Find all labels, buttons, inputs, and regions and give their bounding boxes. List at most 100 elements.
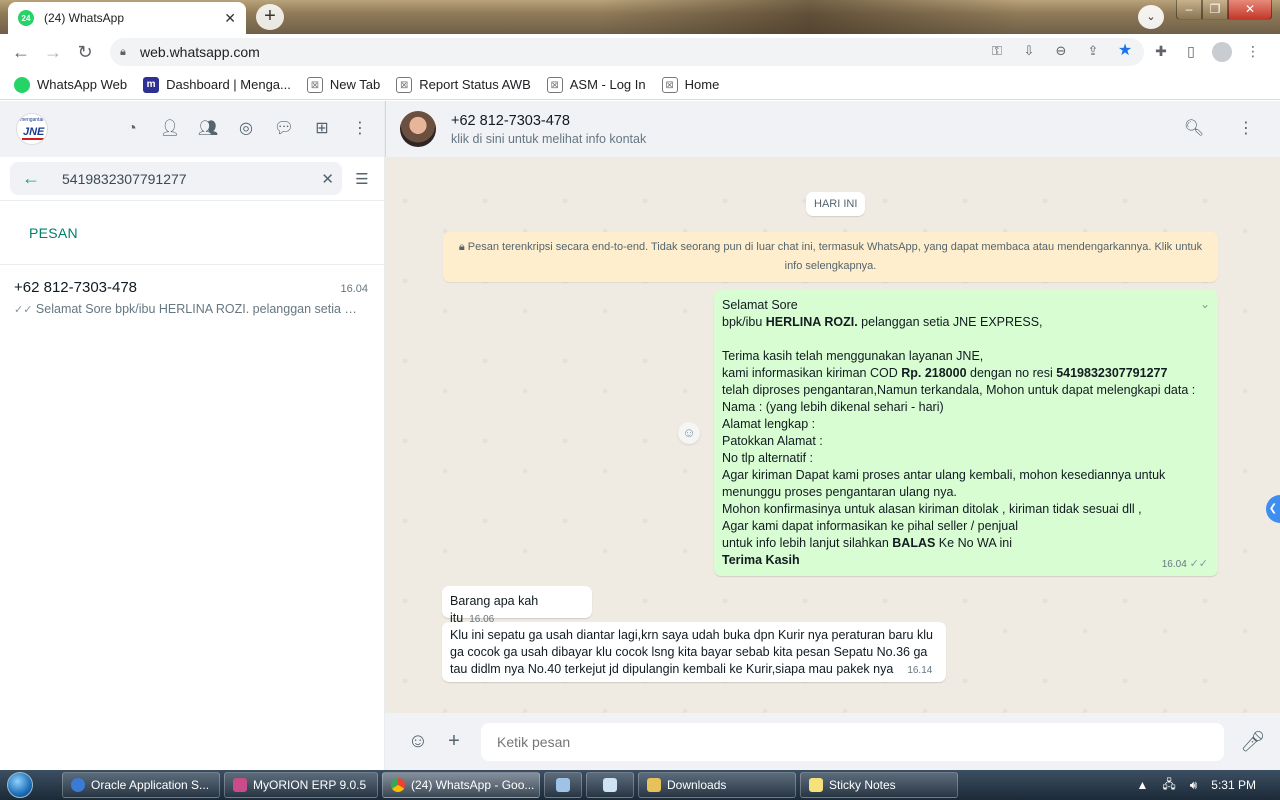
taskbar-item-myorion[interactable]: MyORION ERP 9.0.5 <box>224 772 378 798</box>
profile-avatar-icon[interactable] <box>1212 42 1232 62</box>
forward-arrow-icon[interactable]: → <box>42 41 64 63</box>
message-meta: 16.04 ✓✓ <box>1161 558 1208 570</box>
profile-avatar[interactable]: mengantar JNE <box>16 113 48 145</box>
volume-icon[interactable]: 🔊︎ <box>1190 778 1198 793</box>
bookmark-dashboard[interactable]: m Dashboard | Menga... <box>143 76 291 93</box>
incoming-message[interactable]: Klu ini sepatu ga usah diantar lagi,krn … <box>442 622 946 682</box>
tab-search-icon[interactable]: ⌄ <box>1138 5 1164 29</box>
search-row: ← ✕ ☰ <box>0 157 384 201</box>
taskbar-item-sticky-notes[interactable]: Sticky Notes <box>800 772 958 798</box>
msg-line: Agar kiriman Dapat kami proses antar ula… <box>722 468 1166 482</box>
window-maximize-button[interactable]: ❐ <box>1202 0 1228 20</box>
logo-underline <box>22 138 44 140</box>
search-result-item[interactable]: +62 812-7303-478 16.04 ✓✓ Selamat Sore b… <box>0 265 384 337</box>
status-icon[interactable]: ◔ <box>120 117 144 141</box>
windows-orb-icon <box>7 772 33 798</box>
start-button[interactable] <box>0 770 40 800</box>
date-chip: HARI INI <box>806 192 866 216</box>
message-list[interactable]: HARI INI 🔒︎ Pesan terenkripsi secara end… <box>385 157 1280 713</box>
tab-title: (24) WhatsApp <box>44 11 125 25</box>
double-check-icon: ✓✓ <box>14 304 33 316</box>
taskbar-item-monitor[interactable] <box>544 772 582 798</box>
search-input[interactable] <box>62 170 322 187</box>
msg-line: ga cocok ga usah dibayar klu cocok lsng … <box>450 645 928 659</box>
msg-line: kami informasikan kiriman COD Rp. 218000… <box>722 366 1168 380</box>
bookmark-star-icon[interactable]: ★ <box>1116 42 1134 60</box>
taskbar-item-chrome-whatsapp[interactable]: (24) WhatsApp - Goo... <box>382 772 540 798</box>
back-arrow-icon[interactable]: ← <box>10 41 32 63</box>
bookmark-report-status-awb[interactable]: ⊠ Report Status AWB <box>396 76 531 93</box>
generic-page-icon: ⊠ <box>546 76 563 93</box>
whatsapp-app: mengantar JNE ◔ 👤︎ 👥︎ ◎ 💬︎ ⊞ ⋮ ← ✕ ☰ PE <box>0 101 1280 770</box>
msg-line: Klu ini sepatu ga usah diantar lagi,krn … <box>450 628 933 642</box>
outgoing-message[interactable]: ⌄ Selamat Sore bpk/ibu HERLINA ROZI. pel… <box>714 290 1218 576</box>
incoming-message[interactable]: Barang apa kah itu 16.06 <box>442 586 592 625</box>
generic-page-icon: ⊠ <box>661 76 678 93</box>
double-check-icon: ✓✓ <box>1189 558 1208 570</box>
contact-info-hint[interactable]: klik di sini untuk melihat info kontak <box>451 132 646 146</box>
channels-icon[interactable]: ◎ <box>234 117 258 141</box>
chrome-icon <box>391 778 405 792</box>
bookmark-whatsapp-web[interactable]: WhatsApp Web <box>14 76 127 93</box>
taskbar-item-downloads[interactable]: Downloads <box>638 772 796 798</box>
reload-icon[interactable]: ↻ <box>74 41 96 63</box>
taskbar-item-oracle[interactable]: Oracle Application S... <box>62 772 220 798</box>
search-icon[interactable]: 🔍︎ <box>1182 117 1206 141</box>
tray-expand-icon[interactable]: ▲ <box>1136 778 1148 792</box>
search-box: ← ✕ <box>10 162 342 195</box>
chat-header[interactable]: +62 812-7303-478 klik di sini untuk meli… <box>385 101 1280 157</box>
filter-icon[interactable]: ☰ <box>350 170 374 188</box>
tab-close-icon[interactable]: ✕ <box>224 10 236 27</box>
address-bar[interactable]: 🔒︎ web.whatsapp.com ⚿ ⇩ ⊖ ⇪ ★ <box>110 38 1144 66</box>
clock[interactable]: 5:31 PM <box>1211 778 1256 792</box>
emoji-reaction-icon[interactable]: ☺ <box>678 422 700 444</box>
contact-name[interactable]: +62 812-7303-478 <box>451 113 646 129</box>
window-close-button[interactable]: ✕ <box>1228 0 1272 20</box>
add-contact-icon[interactable]: 👤︎ <box>158 117 182 141</box>
contact-avatar[interactable] <box>400 111 436 147</box>
chat-menu-icon[interactable]: ⋮ <box>1234 117 1258 141</box>
attach-plus-icon[interactable]: + <box>441 730 467 753</box>
window-minimize-button[interactable]: – <box>1176 0 1202 20</box>
msg-line: tau didlm nya No.40 terkejut jd dipulang… <box>450 662 933 676</box>
bookmark-new-tab[interactable]: ⊠ New Tab <box>306 76 380 93</box>
share-icon[interactable]: ⇪ <box>1084 42 1102 60</box>
back-arrow-icon[interactable]: ← <box>22 168 40 189</box>
browser-menu-icon[interactable]: ⋮ <box>1244 42 1262 60</box>
sticky-notes-icon <box>809 778 823 792</box>
bookmark-asm-log-in[interactable]: ⊠ ASM - Log In <box>546 76 646 93</box>
new-chat-icon[interactable]: ⊞ <box>310 117 334 141</box>
encryption-notice[interactable]: 🔒︎ Pesan terenkripsi secara end-to-end. … <box>443 232 1218 282</box>
menu-icon[interactable]: ⋮ <box>348 117 372 141</box>
msg-line: Terima kasih telah menggunakan layanan J… <box>722 349 984 363</box>
network-icon[interactable]: 🖧︎ <box>1162 775 1175 796</box>
emoji-icon[interactable]: ☺ <box>405 730 431 753</box>
bookmark-home[interactable]: ⊠ Home <box>661 76 719 93</box>
message-time: 16.14 <box>907 665 933 676</box>
section-label: PESAN <box>0 201 384 265</box>
browser-tab-whatsapp[interactable]: 24 (24) WhatsApp ✕ <box>8 2 246 34</box>
lock-icon[interactable]: 🔒︎ <box>120 46 132 58</box>
key-icon[interactable]: ⚿ <box>988 42 1006 60</box>
chat-bubble-icon[interactable]: 💬︎ <box>272 117 296 141</box>
taskbar-item-notepad[interactable] <box>586 772 634 798</box>
msg-line: Patokkan Alamat : <box>722 434 823 448</box>
extensions-puzzle-icon[interactable]: ✚ <box>1152 42 1170 60</box>
microphone-icon[interactable]: 🎤︎ <box>1240 729 1266 754</box>
side-collapse-tab-icon[interactable]: ❮ <box>1266 495 1280 523</box>
side-panel-icon[interactable]: ▯ <box>1182 42 1200 60</box>
new-tab-button[interactable]: + <box>256 4 284 30</box>
titlebar-shade <box>600 0 1020 34</box>
result-preview: ✓✓ Selamat Sore bpk/ibu HERLINA ROZI. pe… <box>14 302 359 316</box>
message-input[interactable] <box>481 722 1224 761</box>
communities-icon[interactable]: 👥︎ <box>196 117 220 141</box>
chevron-down-icon[interactable]: ⌄ <box>1200 296 1210 313</box>
msg-blank-line <box>722 331 1210 348</box>
whatsapp-icon <box>14 76 30 93</box>
result-time: 16.04 <box>340 283 368 295</box>
address-url[interactable]: web.whatsapp.com <box>140 44 260 60</box>
install-app-icon[interactable]: ⇩ <box>1020 42 1038 60</box>
message-composer: ☺ + 🎤︎ <box>385 713 1280 770</box>
zoom-icon[interactable]: ⊖ <box>1052 42 1070 60</box>
clear-search-icon[interactable]: ✕ <box>321 170 334 188</box>
